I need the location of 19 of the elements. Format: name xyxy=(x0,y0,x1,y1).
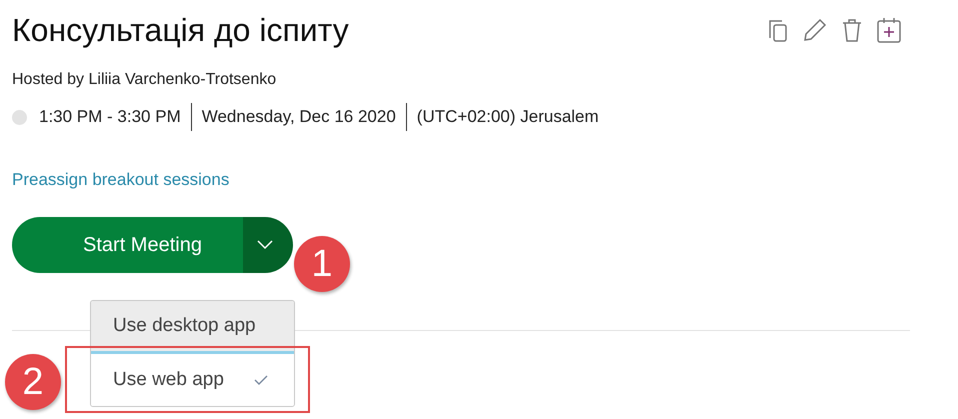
trash-icon[interactable] xyxy=(842,18,862,42)
timezone: (UTC+02:00) Jerusalem xyxy=(416,106,599,128)
calendar-add-icon[interactable] xyxy=(876,17,902,43)
meeting-title: Консультація до іспиту xyxy=(12,11,349,50)
breakout-link[interactable]: Preassign breakout sessions xyxy=(12,169,230,191)
pencil-icon[interactable] xyxy=(802,17,828,43)
callout-badge: 2 xyxy=(5,354,61,410)
copy-icon[interactable] xyxy=(768,18,788,42)
start-meeting-button[interactable]: Start Meeting xyxy=(12,217,243,273)
host-text: Hosted by Liliia Varchenko-Trotsenko xyxy=(12,70,278,90)
menu-item[interactable]: Use web app xyxy=(91,351,294,406)
time-range: 1:30 PM - 3:30 PM xyxy=(39,106,181,128)
callout-badge: 1 xyxy=(294,236,350,292)
check-icon xyxy=(254,375,268,385)
status-dot xyxy=(12,110,27,124)
caret-icon xyxy=(257,240,273,250)
menu-item[interactable]: Use desktop app xyxy=(91,301,294,351)
meeting-date: Wednesday, Dec 16 2020 xyxy=(202,106,396,128)
dropdown-button[interactable] xyxy=(243,217,293,273)
